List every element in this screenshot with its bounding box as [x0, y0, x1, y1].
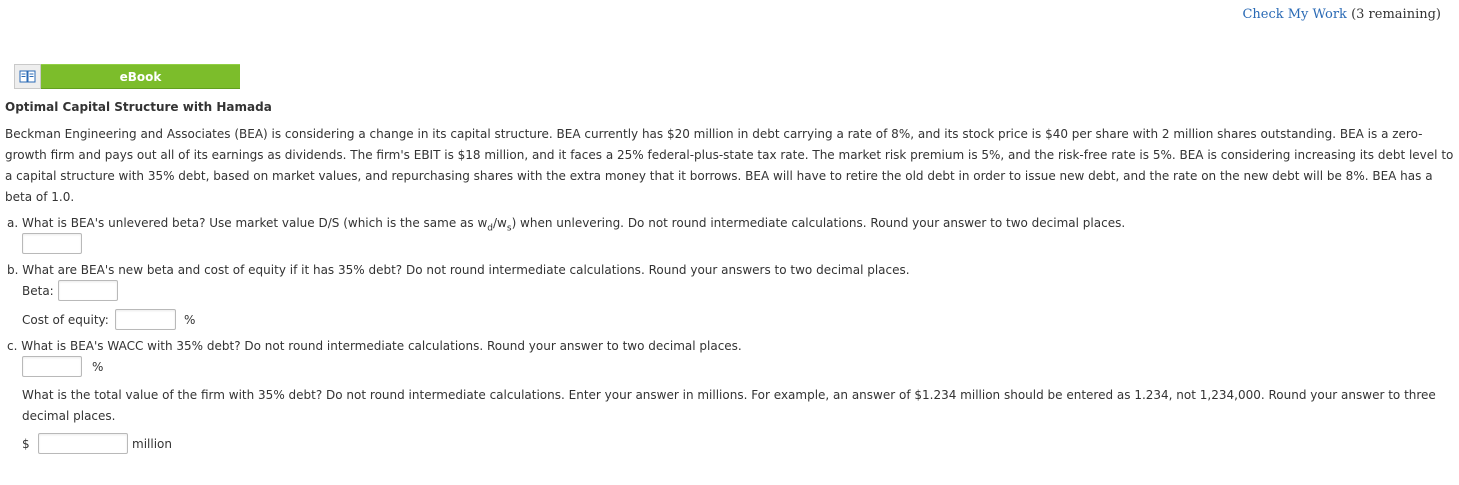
- currency-symbol: $: [22, 437, 30, 451]
- check-my-work: Check My Work (3 remaining): [1242, 7, 1441, 22]
- unlevered-beta-input[interactable]: [22, 233, 82, 254]
- firm-value-question-text: What is the total value of the firm with…: [22, 388, 1436, 423]
- wacc-input[interactable]: [22, 356, 82, 377]
- check-remaining-count: (3 remaining): [1351, 7, 1441, 22]
- firm-value-input[interactable]: [38, 433, 128, 454]
- book-icon[interactable]: [14, 64, 41, 89]
- ebook-bar: eBook: [14, 64, 240, 89]
- new-beta-input[interactable]: [58, 280, 118, 301]
- question-a-slash: /w: [493, 216, 507, 230]
- check-my-work-link[interactable]: Check My Work: [1242, 7, 1347, 22]
- cost-of-equity-unit: %: [184, 313, 196, 327]
- problem-title: Optimal Capital Structure with Hamada: [5, 100, 272, 114]
- question-b-text: b. What are BEA's new beta and cost of e…: [7, 263, 910, 277]
- question-a-text-before: a. What is BEA's unlevered beta? Use mar…: [7, 216, 488, 230]
- cost-of-equity-input[interactable]: [115, 309, 176, 330]
- problem-intro: Beckman Engineering and Associates (BEA)…: [5, 127, 1454, 204]
- beta-label: Beta:: [22, 284, 54, 298]
- wacc-unit: %: [92, 360, 104, 374]
- ebook-button[interactable]: eBook: [41, 64, 240, 89]
- question-a-text-after: ) when unlevering. Do not round intermed…: [511, 216, 1126, 230]
- cost-of-equity-label: Cost of equity:: [22, 313, 109, 327]
- question-a-text: a. What is BEA's unlevered beta? Use mar…: [7, 216, 1126, 233]
- firm-value-unit: million: [132, 437, 172, 451]
- question-c-text: c. What is BEA's WACC with 35% debt? Do …: [7, 339, 742, 353]
